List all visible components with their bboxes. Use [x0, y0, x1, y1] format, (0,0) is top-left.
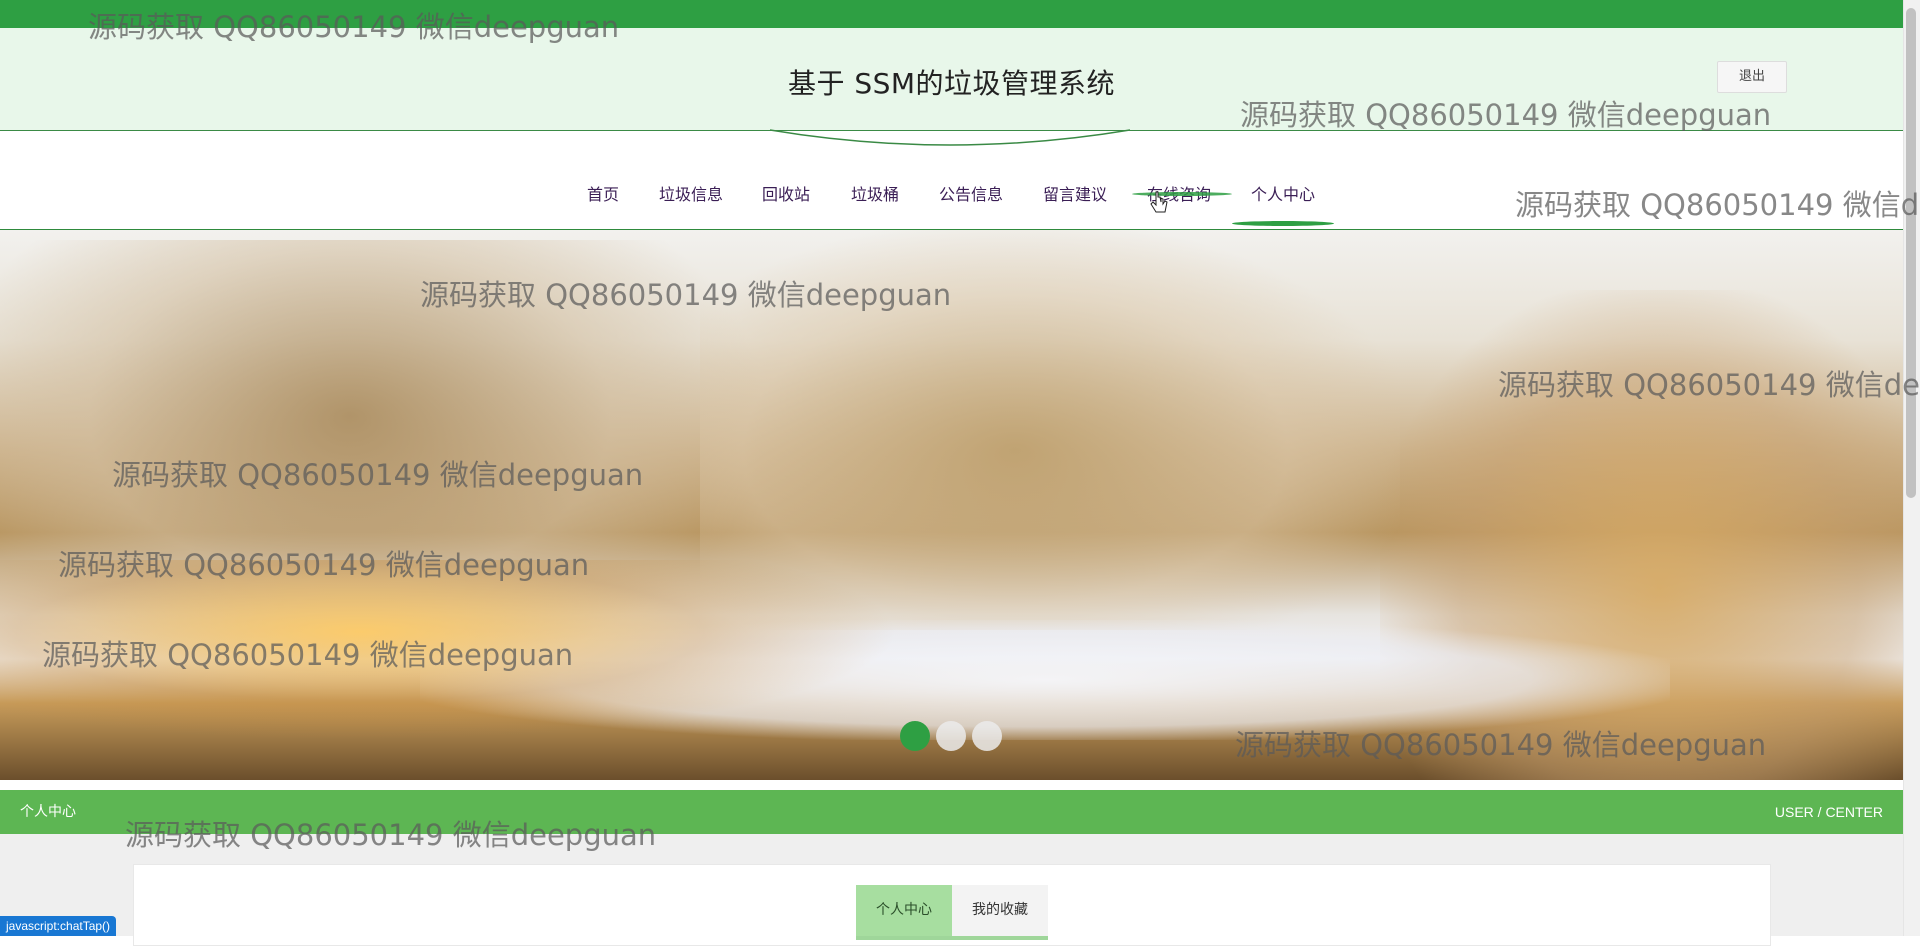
section-title: 个人中心	[20, 804, 76, 820]
browser-status-url: javascript:chatTap()	[0, 916, 117, 936]
section-subtitle: USER / CENTER	[1774, 804, 1883, 820]
site-title: 基于 SSM的垃圾管理系统	[787, 67, 1116, 100]
nav-item-recycle-station[interactable]: 回收站	[762, 175, 810, 215]
top-accent-bar	[0, 0, 1903, 28]
section-title-bar: 个人中心 USER / CENTER	[0, 790, 1903, 834]
title-curve-decoration	[770, 129, 1130, 146]
nav-item-garbage-info[interactable]: 垃圾信息	[659, 175, 723, 215]
carousel-dot-2[interactable]	[936, 721, 966, 751]
nav-item-trash-bin[interactable]: 垃圾桶	[851, 175, 899, 215]
hero-banner-image	[0, 230, 1903, 780]
nav-active-indicator	[1232, 221, 1334, 226]
nav-item-user-center[interactable]: 个人中心	[1251, 175, 1315, 215]
carousel-dot-1[interactable]	[900, 721, 930, 751]
carousel-dot-3[interactable]	[972, 721, 1002, 751]
nav-hover-indicator	[1132, 192, 1232, 196]
nav-item-home[interactable]: 首页	[587, 175, 619, 215]
scrollbar-thumb[interactable]	[1906, 8, 1916, 498]
nav-item-announcements[interactable]: 公告信息	[939, 175, 1003, 215]
mouse-pointer-icon	[1150, 191, 1168, 213]
nav-item-feedback[interactable]: 留言建议	[1043, 175, 1107, 215]
main-nav: 首页 垃圾信息 回收站 垃圾桶 公告信息 留言建议 在线咨询 个人中心	[0, 175, 1903, 229]
tab-user-center[interactable]: 个人中心	[856, 885, 952, 940]
logout-button[interactable]: 退出	[1717, 61, 1787, 93]
tab-my-favorites[interactable]: 我的收藏	[952, 885, 1048, 940]
